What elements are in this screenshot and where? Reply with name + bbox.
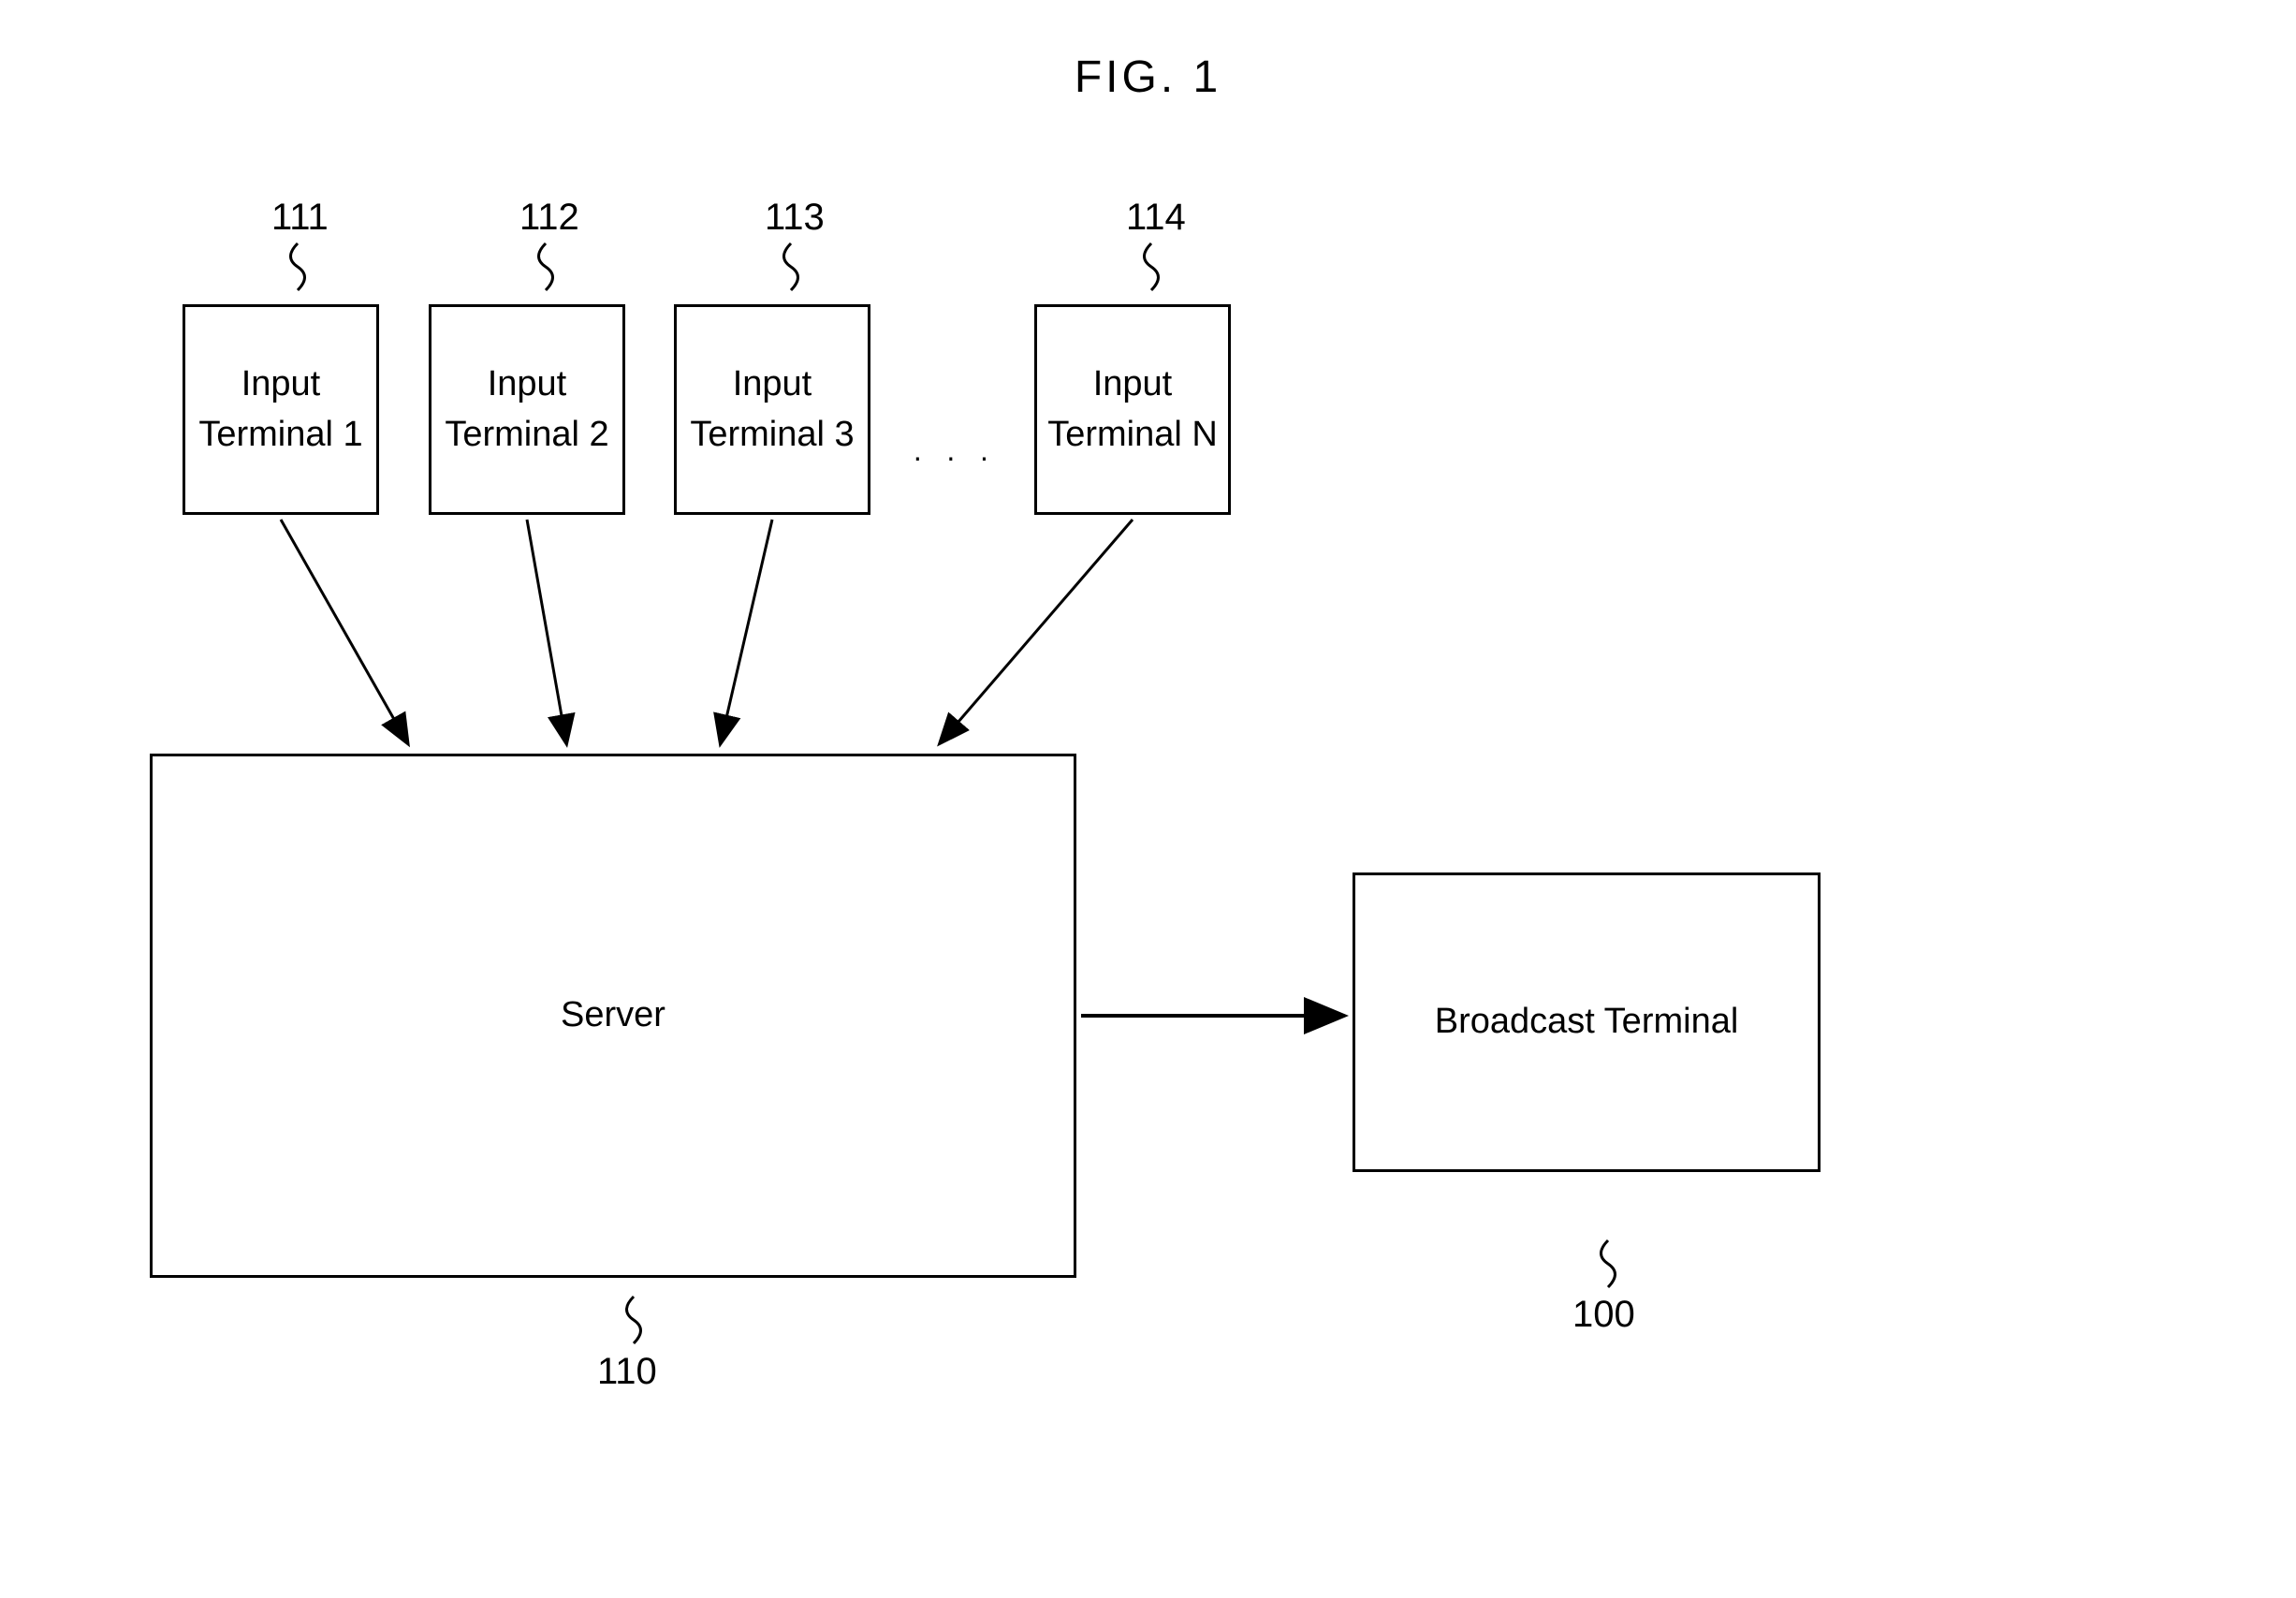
squiggle-111 xyxy=(270,239,326,295)
ellipsis: · · · xyxy=(913,440,997,475)
figure-title: FIG. 1 xyxy=(1075,51,1221,103)
ref-110: 110 xyxy=(597,1351,657,1393)
box-broadcast-terminal: Broadcast Terminal xyxy=(1353,872,1821,1172)
ref-100: 100 xyxy=(1572,1294,1635,1336)
ref-111: 111 xyxy=(271,197,329,239)
squiggle-100 xyxy=(1580,1236,1636,1292)
ref-113: 113 xyxy=(765,197,825,239)
arrow-input3-server xyxy=(721,520,772,742)
ref-114: 114 xyxy=(1126,197,1186,239)
ref-112: 112 xyxy=(519,197,579,239)
squiggle-112 xyxy=(518,239,574,295)
box-input-terminal-3: Input Terminal 3 xyxy=(674,304,870,515)
box-server: Server xyxy=(150,754,1076,1278)
squiggle-114 xyxy=(1123,239,1179,295)
box-input-terminal-n: Input Terminal N xyxy=(1034,304,1231,515)
arrow-input2-server xyxy=(527,520,566,742)
arrow-inputn-server xyxy=(941,520,1133,742)
squiggle-110 xyxy=(606,1292,662,1348)
box-input-terminal-1: Input Terminal 1 xyxy=(183,304,379,515)
squiggle-113 xyxy=(763,239,819,295)
arrow-input1-server xyxy=(281,520,407,742)
box-input-terminal-2: Input Terminal 2 xyxy=(429,304,625,515)
